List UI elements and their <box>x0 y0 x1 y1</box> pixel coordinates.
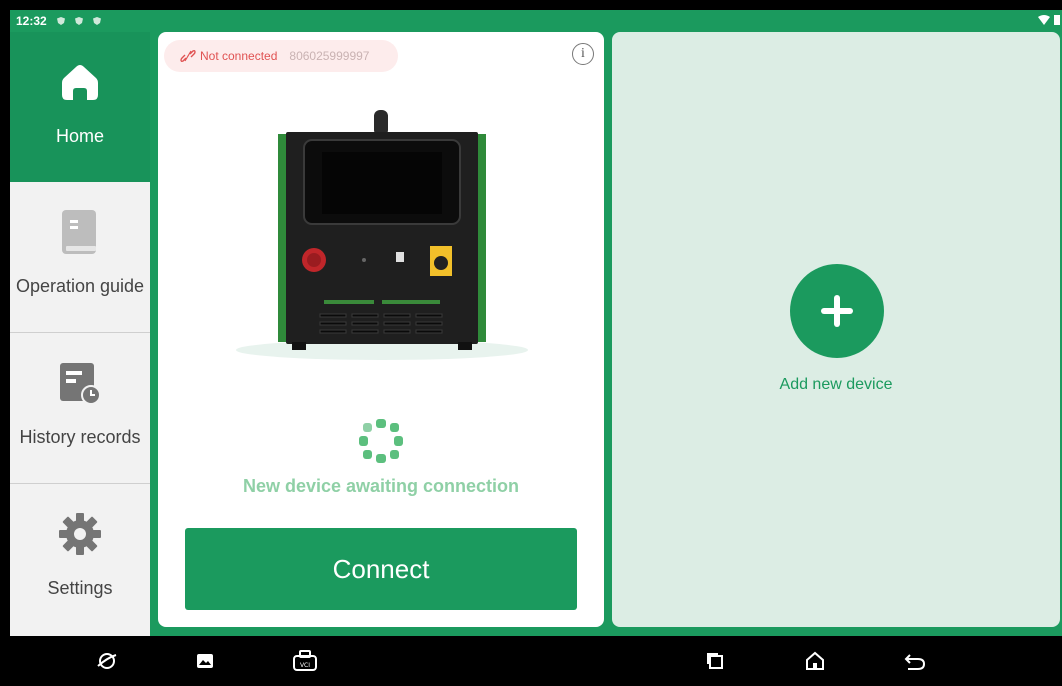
book-icon <box>56 208 104 256</box>
sidebar: Home Operation guide History records Set… <box>10 32 150 636</box>
app-screen: 12:32 Home Operation guide History recor… <box>10 10 1062 636</box>
svg-text:VCI: VCI <box>300 662 310 669</box>
device-card: Not connected 806025999997 i New device … <box>158 32 604 627</box>
vci-icon[interactable]: VCI <box>290 646 320 676</box>
status-right-icons <box>1038 15 1060 25</box>
status-time: 12:32 <box>16 14 47 28</box>
sidebar-item-label: Home <box>55 126 104 146</box>
home-icon <box>56 58 104 106</box>
sidebar-item-label: Settings <box>47 578 113 598</box>
sidebar-item-operation-guide[interactable]: Operation guide <box>10 182 150 333</box>
shield-icon <box>92 17 101 25</box>
back-icon[interactable] <box>900 646 930 676</box>
system-navigation-bar: VCI <box>0 636 1062 686</box>
device-serial-number: 806025999997 <box>289 49 370 63</box>
wifi-icon <box>1038 15 1050 25</box>
status-bar: 12:32 <box>10 10 1062 32</box>
add-device-button[interactable] <box>790 264 884 358</box>
sidebar-item-label: Operation guide <box>15 276 145 296</box>
gear-icon <box>56 510 104 558</box>
connection-status-badge: Not connected 806025999997 <box>164 40 398 72</box>
gallery-icon[interactable] <box>190 646 220 676</box>
add-device-label: Add new device <box>779 376 893 393</box>
sidebar-item-label: History records <box>19 427 141 447</box>
add-device-panel[interactable]: Add new device <box>612 32 1060 627</box>
plus-icon <box>821 295 853 327</box>
connection-status-text: Not connected <box>200 49 278 63</box>
browser-icon[interactable] <box>92 646 122 676</box>
device-image <box>236 110 528 360</box>
sidebar-item-home[interactable]: Home <box>10 32 150 182</box>
awaiting-connection-text: New device awaiting connection <box>242 476 520 496</box>
loading-spinner-icon <box>359 419 403 463</box>
home-nav-icon[interactable] <box>800 646 830 676</box>
recent-apps-icon[interactable] <box>700 646 730 676</box>
history-records-icon <box>56 359 104 407</box>
connect-button[interactable]: Connect <box>185 528 577 610</box>
shield-icon <box>74 17 83 25</box>
info-icon[interactable]: i <box>572 43 594 65</box>
sidebar-item-settings[interactable]: Settings <box>10 484 150 636</box>
battery-icon <box>1054 15 1060 25</box>
broken-link-icon <box>180 49 196 63</box>
shield-icon <box>56 17 65 25</box>
sidebar-item-history-records[interactable]: History records <box>10 333 150 484</box>
